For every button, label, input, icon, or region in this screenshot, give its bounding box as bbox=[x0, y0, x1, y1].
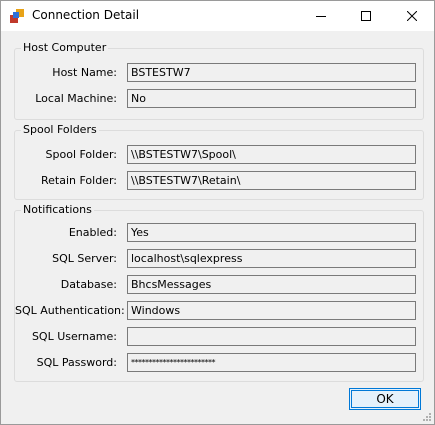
app-icon bbox=[9, 8, 25, 24]
sql-username-label: SQL Username: bbox=[31, 330, 117, 343]
spool-folders-group-label: Spool Folders bbox=[21, 123, 99, 136]
dialog-window: Connection Detail Host Computer Host Nam… bbox=[0, 0, 435, 425]
maximize-button[interactable] bbox=[343, 1, 388, 31]
spool-folder-label: Spool Folder: bbox=[45, 148, 117, 161]
spool-folders-group: Spool Folders Spool Folder: \\BSTESTW7\S… bbox=[14, 123, 424, 200]
enabled-field[interactable]: Yes bbox=[127, 223, 416, 242]
local-machine-label: Local Machine: bbox=[35, 92, 117, 105]
local-machine-field[interactable]: No bbox=[127, 89, 416, 108]
spool-folder-field[interactable]: \\BSTESTW7\Spool\ bbox=[127, 145, 416, 164]
host-computer-group: Host Computer Host Name: BSTESTW7 Local … bbox=[14, 41, 424, 120]
window-title: Connection Detail bbox=[32, 8, 140, 22]
ok-button[interactable]: OK bbox=[349, 388, 421, 410]
sql-username-field[interactable] bbox=[127, 327, 416, 346]
sql-server-field[interactable]: localhost\sqlexpress bbox=[127, 249, 416, 268]
sql-password-field[interactable]: ************************ bbox=[127, 353, 416, 372]
notifications-group-label: Notifications bbox=[21, 203, 94, 216]
retain-folder-field[interactable]: \\BSTESTW7\Retain\ bbox=[127, 171, 416, 190]
sql-password-label: SQL Password: bbox=[36, 356, 117, 369]
enabled-label: Enabled: bbox=[68, 226, 117, 239]
sql-authentication-label: SQL Authentication: bbox=[15, 304, 125, 317]
close-button[interactable] bbox=[389, 1, 434, 31]
retain-folder-label: Retain Folder: bbox=[40, 174, 117, 187]
resize-grip-icon[interactable] bbox=[422, 412, 432, 422]
host-computer-group-label: Host Computer bbox=[21, 41, 109, 54]
host-name-field[interactable]: BSTESTW7 bbox=[127, 63, 416, 82]
title-bar[interactable]: Connection Detail bbox=[1, 1, 434, 31]
close-icon bbox=[406, 11, 417, 21]
database-label: Database: bbox=[60, 278, 117, 291]
sql-authentication-field[interactable]: Windows bbox=[127, 301, 416, 320]
notifications-group: Notifications Enabled: Yes SQL Server: l… bbox=[14, 203, 424, 382]
minimize-button[interactable] bbox=[298, 1, 343, 31]
maximize-icon bbox=[360, 11, 371, 21]
database-field[interactable]: BhcsMessages bbox=[127, 275, 416, 294]
minimize-icon bbox=[315, 16, 326, 17]
host-name-label: Host Name: bbox=[52, 66, 117, 79]
sql-server-label: SQL Server: bbox=[52, 252, 117, 265]
